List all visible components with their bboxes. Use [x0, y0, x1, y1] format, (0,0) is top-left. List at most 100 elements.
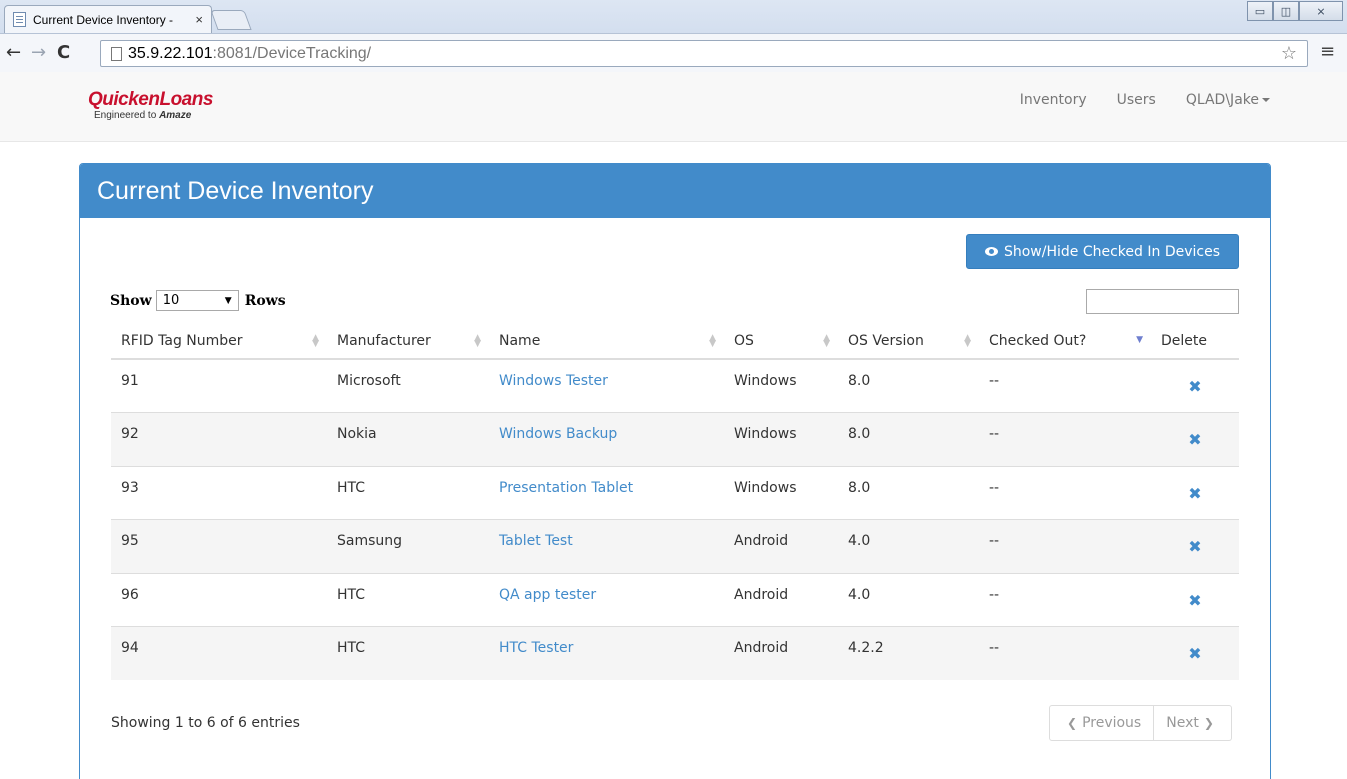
brand-logo[interactable]: QuickenLoans Engineered to Amaze [88, 90, 213, 122]
cell-os: Android [724, 626, 838, 680]
nav-inventory-link[interactable]: Inventory [1005, 90, 1102, 110]
chevron-right-icon: ❯ [1203, 716, 1214, 730]
device-name-link[interactable]: Tablet Test [499, 533, 573, 549]
rows-label: Rows [244, 292, 286, 309]
col-delete: Delete [1151, 324, 1239, 360]
caret-down-icon [1262, 98, 1270, 102]
col-os-version-label: OS Version [848, 333, 924, 349]
inventory-panel: Current Device Inventory Show/Hide Check… [79, 163, 1271, 779]
cell-os-version: 4.0 [838, 519, 979, 573]
sort-desc-icon: ▼ [1136, 335, 1143, 345]
cell-rfid: 91 [111, 358, 327, 413]
cell-manufacturer: HTC [327, 626, 489, 680]
back-arrow-icon[interactable]: ← [6, 42, 21, 64]
device-name-link[interactable]: Windows Backup [499, 426, 617, 442]
bookmark-star-icon[interactable]: ☆ [1281, 43, 1297, 64]
eye-icon [984, 247, 998, 256]
nav-users-link[interactable]: Users [1102, 90, 1171, 110]
forward-arrow-icon[interactable]: → [31, 42, 46, 64]
cell-os: Windows [724, 412, 838, 466]
delete-icon[interactable]: ✖ [1188, 644, 1201, 663]
col-os-label: OS [734, 333, 754, 349]
cell-os: Windows [724, 465, 838, 520]
col-rfid[interactable]: RFID Tag Number ▲ ▼ [111, 324, 327, 360]
cell-os-version: 8.0 [838, 465, 979, 520]
rows-per-page-select[interactable]: 10 ▼ [155, 290, 239, 311]
brand-tagline-prefix: Engineered to [94, 110, 160, 121]
pagination: ❮ Previous Next ❯ [1049, 705, 1232, 741]
col-name-label: Name [499, 333, 541, 349]
table-search-input[interactable] [1086, 289, 1239, 314]
col-name[interactable]: Name ▲ ▼ [489, 324, 724, 360]
cell-os-version: 8.0 [838, 412, 979, 466]
maximize-button[interactable]: ◫ [1273, 1, 1299, 21]
delete-icon[interactable]: ✖ [1188, 591, 1201, 610]
nav-links: Inventory Users QLAD\Jake [1005, 90, 1285, 110]
brand-tagline-bold: Amaze [159, 110, 192, 121]
col-checked-out-label: Checked Out? [989, 333, 1087, 349]
browser-menu-icon[interactable]: ≡ [1320, 41, 1335, 62]
address-bar[interactable]: 35.9.22.101 :8081/DeviceTracking/ ☆ [100, 40, 1308, 67]
delete-icon[interactable]: ✖ [1188, 484, 1201, 503]
tab-close-icon[interactable]: × [195, 12, 203, 27]
col-os[interactable]: OS ▲ ▼ [724, 324, 838, 360]
cell-rfid: 95 [111, 519, 327, 573]
col-checked-out[interactable]: Checked Out? ▼ [979, 324, 1151, 360]
toggle-checked-in-label: Show/Hide Checked In Devices [1003, 243, 1220, 260]
close-window-button[interactable]: ⨯ [1299, 1, 1343, 21]
cell-os: Android [724, 572, 838, 627]
previous-label: Previous [1082, 715, 1142, 731]
browser-toolbar: ← → C 35.9.22.101 :8081/DeviceTracking/ … [0, 33, 1347, 72]
device-name-link[interactable]: Presentation Tablet [499, 480, 633, 496]
chevron-left-icon: ❮ [1067, 716, 1078, 730]
device-name-link[interactable]: Windows Tester [499, 373, 608, 389]
device-name-link[interactable]: HTC Tester [499, 640, 573, 656]
delete-icon[interactable]: ✖ [1188, 377, 1201, 396]
cell-os-version: 4.0 [838, 572, 979, 627]
app-navbar: QuickenLoans Engineered to Amaze Invento… [0, 72, 1347, 142]
table-row: 92 Nokia Windows Backup Windows 8.0 -- ✖ [111, 412, 1239, 466]
cell-checked-out: -- [979, 358, 1151, 413]
cell-checked-out: -- [979, 572, 1151, 627]
device-table: RFID Tag Number ▲ ▼ Manufacturer ▲ ▼ Name ▲ ▼ … [111, 324, 1239, 680]
cell-os-version: 4.2.2 [838, 626, 979, 680]
device-name-link[interactable]: QA app tester [499, 587, 596, 603]
user-menu-label: QLAD\Jake [1185, 92, 1259, 108]
panel-heading: Current Device Inventory [80, 164, 1270, 218]
window-controls: ▭ ◫ ⨯ [1247, 1, 1343, 21]
cell-rfid: 92 [111, 412, 327, 466]
cell-manufacturer: Microsoft [327, 358, 489, 413]
new-tab-button[interactable] [210, 10, 252, 30]
user-menu-dropdown[interactable]: QLAD\Jake [1171, 90, 1285, 110]
col-rfid-label: RFID Tag Number [121, 333, 243, 349]
cell-checked-out: -- [979, 519, 1151, 573]
cell-os: Windows [724, 358, 838, 413]
cell-checked-out: -- [979, 626, 1151, 680]
page-title: Current Device Inventory [97, 177, 374, 205]
previous-page-button[interactable]: ❮ Previous [1049, 705, 1155, 741]
table-info: Showing 1 to 6 of 6 entries [111, 715, 300, 731]
cell-os-version: 8.0 [838, 358, 979, 413]
brand-tagline: Engineered to Amaze [88, 110, 213, 122]
rows-per-page-value: 10 [162, 293, 180, 308]
cell-manufacturer: HTC [327, 572, 489, 627]
table-row: 91 Microsoft Windows Tester Windows 8.0 … [111, 358, 1239, 413]
table-row: 95 Samsung Tablet Test Android 4.0 -- ✖ [111, 519, 1239, 573]
sort-icon: ▲ ▼ [964, 333, 971, 349]
reload-icon[interactable]: C [57, 42, 70, 64]
url-path: :8081/DeviceTracking/ [212, 44, 372, 62]
col-delete-label: Delete [1161, 333, 1207, 349]
delete-icon[interactable]: ✖ [1188, 537, 1201, 556]
delete-icon[interactable]: ✖ [1188, 430, 1201, 449]
browser-tab[interactable]: Current Device Inventory - × [4, 5, 212, 33]
show-label: Show [110, 292, 152, 309]
sort-icon: ▲ ▼ [474, 333, 481, 349]
minimize-button[interactable]: ▭ [1247, 1, 1273, 21]
col-manufacturer[interactable]: Manufacturer ▲ ▼ [327, 324, 489, 360]
col-os-version[interactable]: OS Version ▲ ▼ [838, 324, 979, 360]
cell-rfid: 93 [111, 465, 327, 520]
select-arrow-icon: ▼ [224, 295, 232, 306]
sort-icon: ▲ ▼ [823, 333, 830, 349]
toggle-checked-in-button[interactable]: Show/Hide Checked In Devices [966, 234, 1239, 269]
next-page-button[interactable]: Next ❯ [1154, 705, 1232, 741]
